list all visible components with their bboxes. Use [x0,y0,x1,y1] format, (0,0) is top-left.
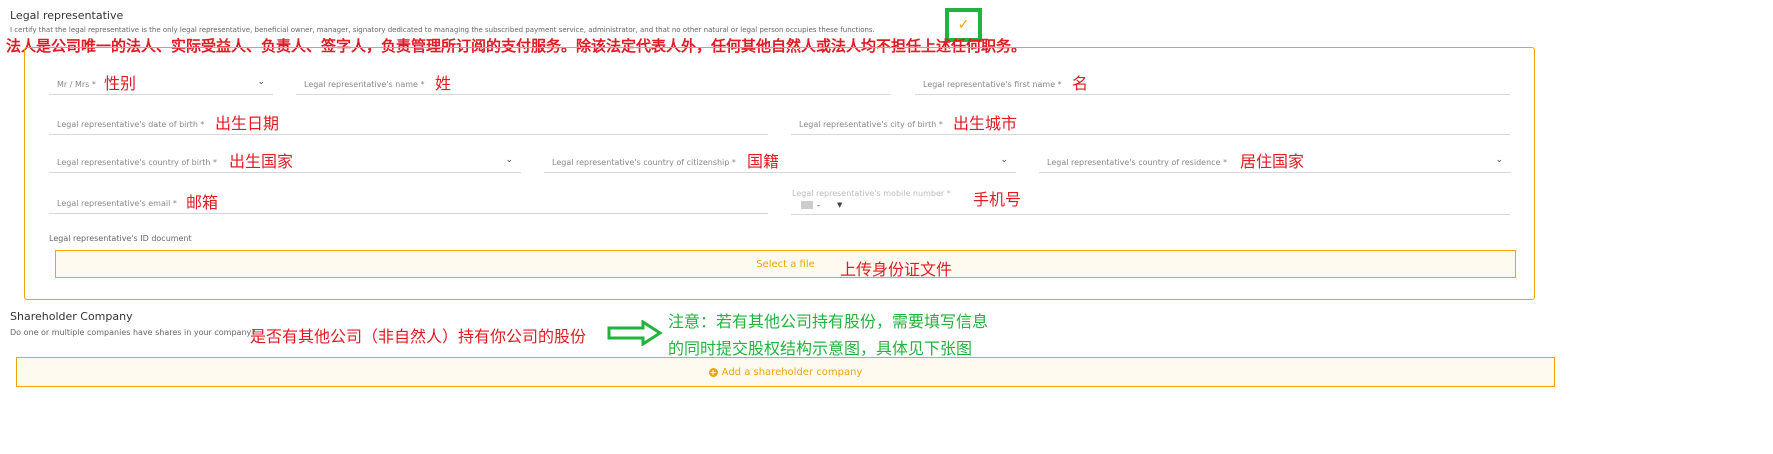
id-document-label: Legal representative's ID document [49,234,192,243]
country-of-birth-annotation: 出生国家 [229,152,294,171]
arrow-right-icon [607,320,663,346]
name-input[interactable]: Legal representative's name * 姓 [296,73,891,95]
title-label: Mr / Mrs * [57,80,96,89]
city-of-birth-label: Legal representative's city of birth * [799,120,943,129]
shareholder-question: Do one or multiple companies have shares… [10,328,256,337]
legal-representative-title: Legal representative [10,9,124,22]
residence-label: Legal representative's country of reside… [1047,158,1228,167]
residence-select[interactable]: Legal representative's country of reside… [1039,151,1511,173]
citizenship-label: Legal representative's country of citize… [552,158,736,167]
select-file-button[interactable]: Select a file [55,250,1516,278]
first-name-annotation: 名 [1072,74,1089,93]
name-label: Legal representative's name * [304,80,425,89]
flag-icon [801,201,813,209]
shareholder-note-line1: 注意：若有其他公司持有股份，需要填写信息 [668,312,989,331]
select-file-label: Select a file [756,258,815,270]
name-annotation: 姓 [435,74,452,93]
city-of-birth-input[interactable]: Legal representative's city of birth * 出… [791,113,1510,135]
add-shareholder-company-button[interactable]: + Add a shareholder company [16,357,1555,387]
city-of-birth-annotation: 出生城市 [953,114,1018,133]
first-name-input[interactable]: Legal representative's first name * 名 [915,73,1510,95]
country-of-birth-select[interactable]: Legal representative's country of birth … [49,151,521,173]
mobile-input[interactable]: - ▼ 手机号 [791,190,1510,215]
residence-annotation: 居住国家 [1240,152,1305,171]
shareholder-question-annotation: 是否有其他公司（非自然人）持有你公司的股份 [250,327,587,346]
add-shareholder-label: Add a shareholder company [721,366,863,378]
chevron-down-icon: ⌄ [1000,155,1008,165]
shareholder-note-line2: 的同时提交股权结构示意图，具体见下张图 [668,339,973,358]
title-select[interactable]: Mr / Mrs * 性别 ⌄ [49,73,273,95]
citizenship-annotation: 国籍 [747,152,780,171]
citizenship-select[interactable]: Legal representative's country of citize… [544,151,1016,173]
email-annotation: 邮箱 [186,193,219,212]
caret-down-icon[interactable]: ▼ [837,201,842,209]
email-label: Legal representative's email * [57,199,177,208]
id-document-annotation: 上传身份证文件 [840,260,953,279]
email-input[interactable]: Legal representative's email * 邮箱 [49,192,768,214]
dob-annotation: 出生日期 [215,114,280,133]
dob-label: Legal representative's date of birth * [57,120,205,129]
shareholder-company-title: Shareholder Company [10,310,133,323]
first-name-label: Legal representative's first name * [923,80,1062,89]
chevron-down-icon: ⌄ [257,77,265,87]
dob-input[interactable]: Legal representative's date of birth * 出… [49,113,768,135]
checkmark-icon: ✓ [957,17,970,33]
mobile-annotation: 手机号 [973,190,1022,209]
chevron-down-icon: ⌄ [505,155,513,165]
country-of-birth-label: Legal representative's country of birth … [57,158,217,167]
title-annotation: 性别 [104,74,137,93]
certify-text: I certify that the legal representative … [10,26,875,34]
dial-prefix: - [817,201,821,211]
plus-circle-icon: + [708,367,718,377]
chevron-down-icon: ⌄ [1495,155,1503,165]
